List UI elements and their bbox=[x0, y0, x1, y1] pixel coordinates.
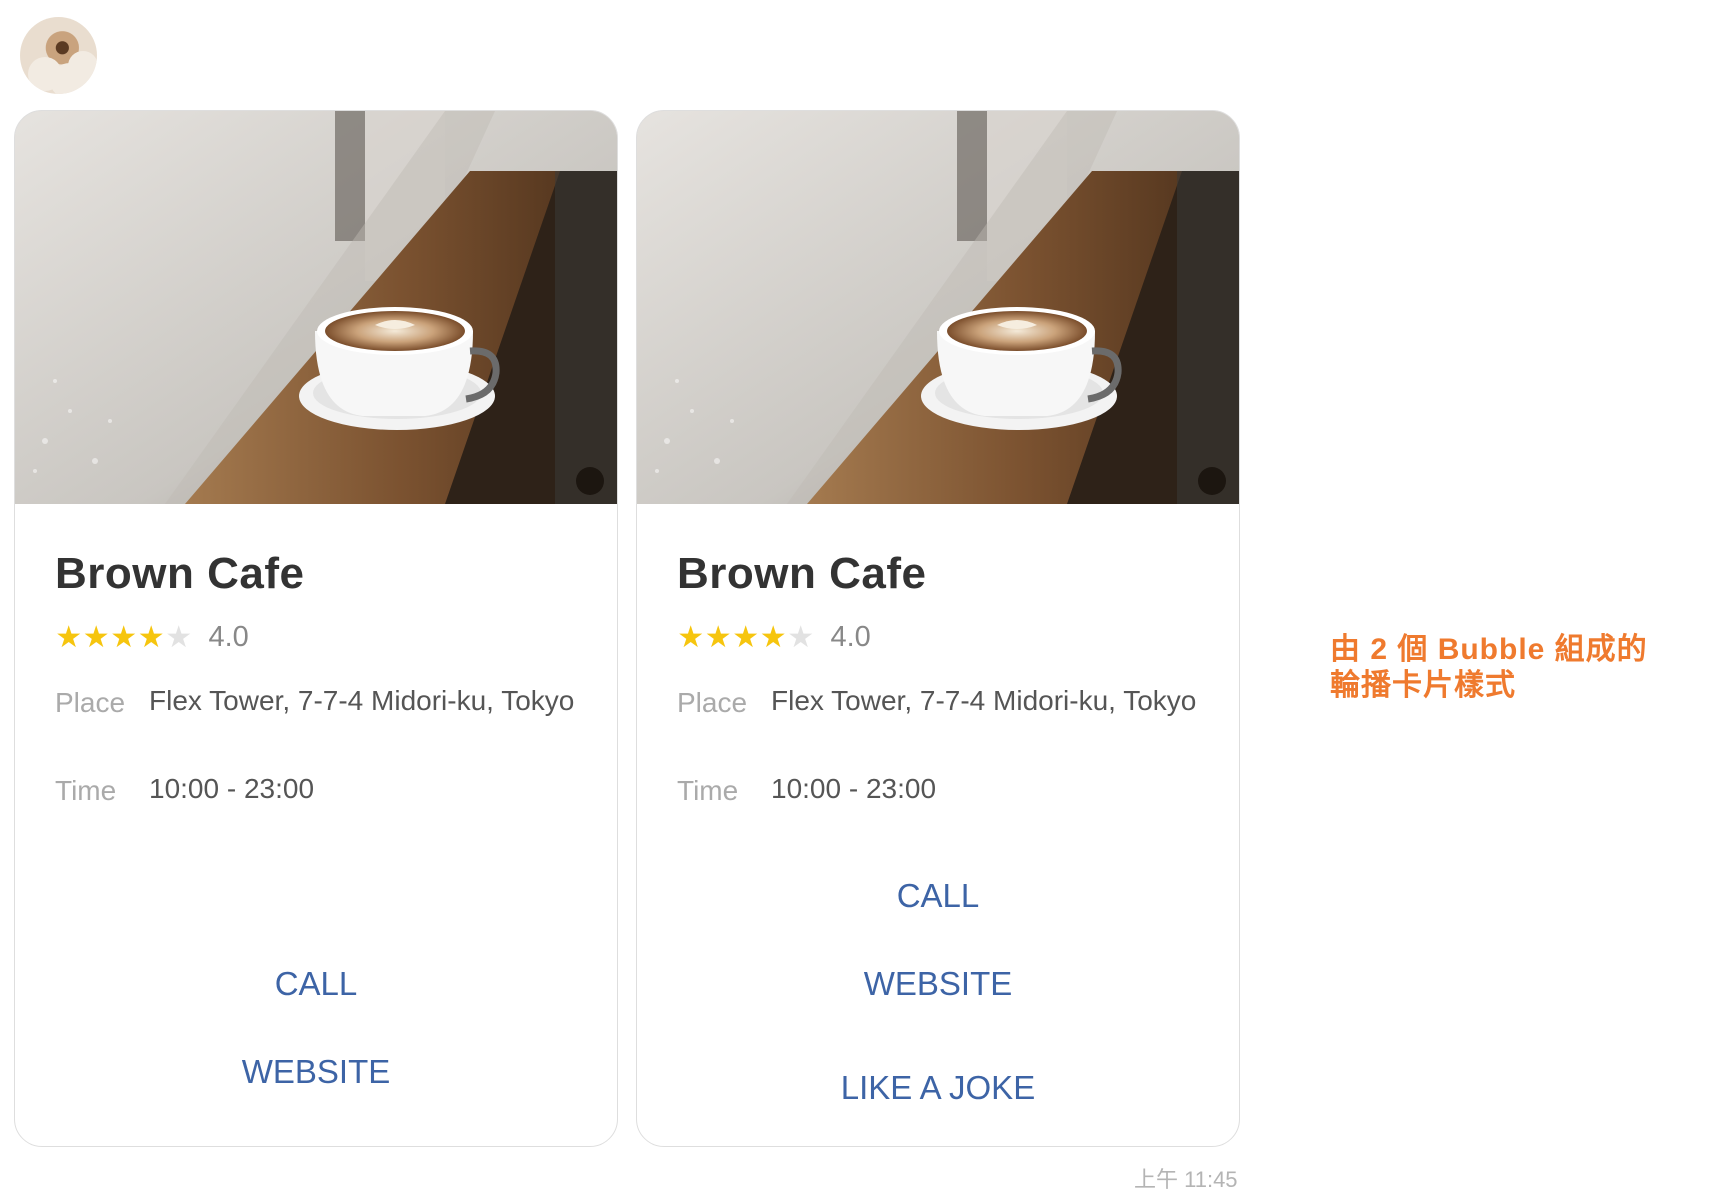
star-filled-icon: ★ bbox=[137, 620, 165, 654]
rating-value: 4.0 bbox=[208, 621, 249, 653]
carousel-annotation: 由 2 個 Bubble 組成的 輪播卡片樣式 bbox=[1330, 632, 1648, 704]
star-empty-icon: ★ bbox=[787, 620, 815, 654]
sender-avatar[interactable] bbox=[20, 17, 97, 94]
star-filled-icon: ★ bbox=[110, 620, 138, 654]
place-value: Flex Tower, 7-7-4 Midori-ku, Tokyo bbox=[149, 685, 575, 716]
star-filled-icon: ★ bbox=[677, 620, 705, 654]
call-button[interactable]: CALL bbox=[15, 965, 617, 1003]
annotation-line-2: 輪播卡片樣式 bbox=[1330, 669, 1516, 702]
website-button[interactable]: WEBSITE bbox=[15, 1053, 617, 1091]
annotation-line-1: 由 2 個 Bubble 組成的 bbox=[1330, 633, 1648, 666]
rating-value: 4.0 bbox=[830, 621, 871, 653]
card-title: Brown Cafe bbox=[55, 549, 305, 598]
star-empty-icon: ★ bbox=[165, 620, 193, 654]
star-filled-icon: ★ bbox=[732, 620, 760, 654]
place-label: Place bbox=[55, 687, 126, 718]
rating-row: ★ ★ ★ ★ ★ 4.0 bbox=[677, 621, 871, 654]
star-filled-icon: ★ bbox=[704, 620, 732, 654]
coffee-latte-photo bbox=[637, 111, 1239, 504]
star-filled-icon: ★ bbox=[759, 620, 787, 654]
carousel-bubble-1: Brown Cafe ★ ★ ★ ★ ★ 4.0 Place Flex Towe… bbox=[14, 110, 618, 1147]
place-label: Place bbox=[677, 687, 748, 718]
star-filled-icon: ★ bbox=[55, 620, 83, 654]
time-value: 10:00 - 23:00 bbox=[149, 773, 315, 804]
coffee-latte-photo bbox=[15, 111, 617, 504]
carousel-bubble-2: Brown Cafe ★ ★ ★ ★ ★ 4.0 Place Flex Towe… bbox=[636, 110, 1240, 1147]
card-title: Brown Cafe bbox=[677, 549, 927, 598]
rating-row: ★ ★ ★ ★ ★ 4.0 bbox=[55, 621, 249, 654]
call-button[interactable]: CALL bbox=[637, 877, 1239, 915]
star-filled-icon: ★ bbox=[82, 620, 110, 654]
website-button[interactable]: WEBSITE bbox=[637, 965, 1239, 1003]
time-value: 10:00 - 23:00 bbox=[771, 773, 937, 804]
hero-image[interactable] bbox=[637, 111, 1239, 504]
message-timestamp: 上午 11:45 bbox=[1134, 1167, 1238, 1192]
time-label: Time bbox=[55, 775, 117, 806]
place-value: Flex Tower, 7-7-4 Midori-ku, Tokyo bbox=[771, 685, 1197, 716]
like-a-joke-button[interactable]: LIKE A JOKE bbox=[637, 1069, 1239, 1107]
time-label: Time bbox=[677, 775, 739, 806]
hero-image[interactable] bbox=[15, 111, 617, 504]
